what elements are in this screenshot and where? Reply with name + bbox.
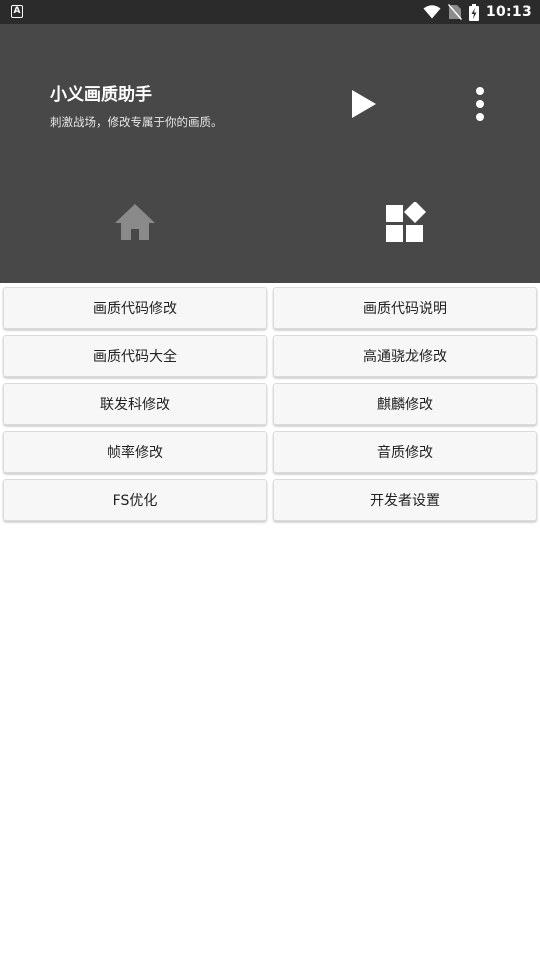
image-quality-code-collection-button[interactable]: 画质代码大全 (3, 335, 267, 377)
feature-button-grid: 画质代码修改 画质代码说明 画质代码大全 高通骁龙修改 联发科修改 麒麟修改 帧… (3, 287, 537, 521)
qualcomm-snapdragon-edit-button[interactable]: 高通骁龙修改 (273, 335, 537, 377)
nav-tab-widgets[interactable] (383, 201, 429, 244)
wifi-icon (423, 5, 441, 19)
frame-rate-edit-button[interactable]: 帧率修改 (3, 431, 267, 473)
battery-charging-icon (468, 3, 479, 21)
more-options-button[interactable] (466, 86, 494, 124)
app-subtitle: 刺激战场，修改专属于你的画质。 (50, 115, 223, 129)
play-button[interactable] (348, 88, 380, 120)
image-quality-code-edit-button[interactable]: 画质代码修改 (3, 287, 267, 329)
app-header: 小义画质助手 刺激战场，修改专属于你的画质。 (0, 24, 540, 283)
play-icon (352, 90, 376, 118)
clock: 10:13 (485, 4, 532, 20)
no-sim-icon (447, 4, 462, 20)
nav-tab-home[interactable] (112, 202, 158, 244)
image-quality-code-info-button[interactable]: 画质代码说明 (273, 287, 537, 329)
home-icon (115, 204, 155, 240)
app-title: 小义画质助手 (50, 85, 152, 105)
fs-optimize-button[interactable]: FS优化 (3, 479, 267, 521)
status-bar: A 10:13 (0, 0, 540, 24)
notification-a-icon: A (11, 5, 23, 18)
kirin-edit-button[interactable]: 麒麟修改 (273, 383, 537, 425)
more-vert-icon (476, 87, 484, 121)
developer-settings-button[interactable]: 开发者设置 (273, 479, 537, 521)
widgets-icon (386, 201, 426, 242)
status-icons: 10:13 (423, 0, 532, 24)
mediatek-edit-button[interactable]: 联发科修改 (3, 383, 267, 425)
audio-quality-edit-button[interactable]: 音质修改 (273, 431, 537, 473)
